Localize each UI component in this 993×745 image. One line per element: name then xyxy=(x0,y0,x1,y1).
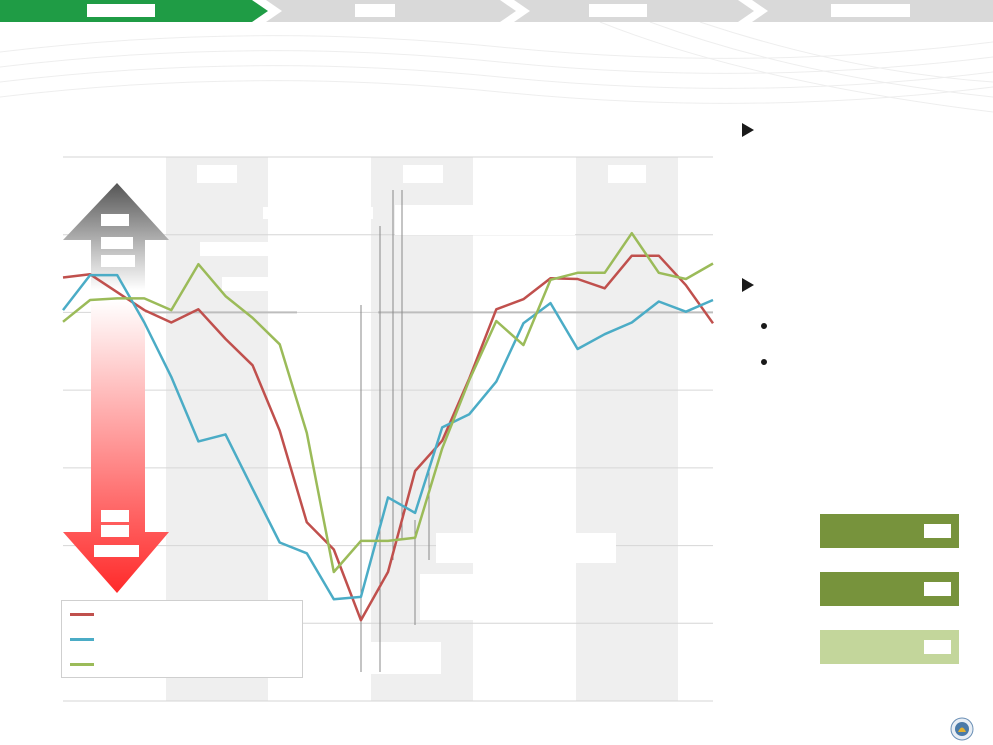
annotation-label-11 xyxy=(200,242,295,256)
annotation-label-15 xyxy=(420,574,540,620)
annotation-label-9 xyxy=(608,165,646,183)
annotation-label-16 xyxy=(436,533,616,563)
rating-tag-1 xyxy=(924,524,951,538)
bullet-dot-icon xyxy=(761,323,767,329)
rating-box-2 xyxy=(820,572,959,606)
rating-tag-2 xyxy=(924,582,951,596)
bullet-dot-icon xyxy=(761,359,767,365)
annotation-label-4 xyxy=(101,510,129,522)
rating-box-3 xyxy=(820,630,959,664)
chart-legend xyxy=(61,600,303,678)
annotation-label-6 xyxy=(94,545,139,557)
annotation-label-2 xyxy=(101,237,133,249)
annotation-label-3 xyxy=(101,255,135,267)
rating-tag-3 xyxy=(924,640,951,654)
annotation-label-5 xyxy=(101,525,129,537)
annotation-label-8 xyxy=(403,165,443,183)
legend-swatch-series-1 xyxy=(70,613,94,616)
legend-swatch-series-2 xyxy=(70,638,94,641)
legend-swatch-series-3 xyxy=(70,663,94,666)
annotation-label-1 xyxy=(101,214,129,226)
annotation-label-7 xyxy=(197,165,237,183)
annotation-label-14 xyxy=(361,642,441,674)
annotation-label-13 xyxy=(395,205,575,235)
emblem-icon xyxy=(950,717,974,741)
annotation-label-12 xyxy=(222,277,292,291)
bullet-triangle-icon xyxy=(742,278,754,292)
bullet-triangle-icon xyxy=(742,123,754,137)
annotation-label-10 xyxy=(263,207,373,219)
rating-box-1 xyxy=(820,514,959,548)
